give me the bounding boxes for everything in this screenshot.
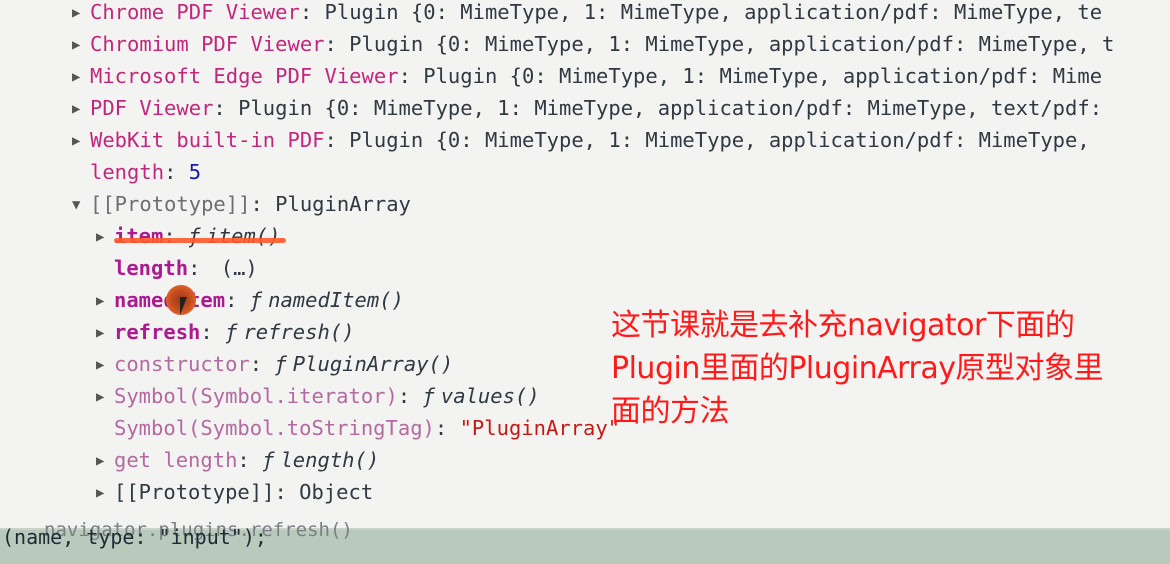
- expand-triangle-icon[interactable]: ▶: [72, 65, 90, 89]
- refresh-key: refresh: [114, 320, 201, 344]
- plugin-key: WebKit built-in PDF: [90, 128, 325, 152]
- expand-triangle-icon[interactable]: ▶: [72, 97, 90, 121]
- red-caption-annotation: 这节课就是去补充navigator下面的 Plugin里面的PluginArra…: [611, 304, 1161, 433]
- plugin-row-pdf-viewer[interactable]: ▶ PDF Viewer: Plugin {0: MimeType, 1: Mim…: [72, 96, 1102, 128]
- caption-line-1: 这节课就是去补充navigator下面的: [611, 308, 1075, 343]
- editor-code-line: (name, type: "input");: [2, 525, 267, 549]
- expand-triangle-icon[interactable]: ▶: [96, 321, 114, 345]
- item-fn: item(): [206, 224, 281, 248]
- prototype-key: [[Prototype]]: [90, 192, 251, 216]
- proto-refresh-row[interactable]: ▶ refresh: ƒ refresh(): [96, 320, 355, 352]
- plugin-row-chrome-pdf-viewer[interactable]: ▶ Chrome PDF Viewer: Plugin {0: MimeType,…: [72, 0, 1102, 32]
- proto-length-row[interactable]: ▶length: (…): [96, 256, 258, 288]
- plugin-value: : Plugin {0: MimeType, 1: MimeType, appl…: [324, 32, 1115, 56]
- iterator-key: Symbol(Symbol.iterator): [114, 384, 398, 408]
- plugin-key: Chrome PDF Viewer: [90, 0, 300, 24]
- prototype-row[interactable]: ▼ [[Prototype]]: PluginArray: [72, 192, 411, 224]
- constructor-key: constructor: [114, 352, 250, 376]
- proto-get-length-row[interactable]: ▶ get length: ƒ length(): [96, 448, 379, 480]
- expand-triangle-icon[interactable]: ▶: [96, 289, 114, 313]
- tostringtag-key: Symbol(Symbol.toStringTag): [114, 416, 435, 440]
- prototype-value: PluginArray: [275, 192, 411, 216]
- expand-triangle-icon[interactable]: ▶: [72, 129, 90, 153]
- collapse-triangle-icon[interactable]: ▼: [72, 193, 90, 217]
- plugin-key: Chromium PDF Viewer: [90, 32, 325, 56]
- plugin-value: : Plugin {0: MimeType, 1: MimeType, appl…: [213, 96, 1103, 120]
- refresh-fn: refresh(): [243, 320, 355, 344]
- length-getter-key: length: [114, 256, 189, 280]
- expand-triangle-icon[interactable]: ▶: [96, 225, 114, 249]
- nameditem-fn: namedItem(): [268, 288, 404, 312]
- proto-object-prototype-row[interactable]: ▶ [[Prototype]]: Object: [96, 480, 373, 512]
- proto-nameditem-row[interactable]: ▶namedItem: ƒnamedItem(): [96, 288, 404, 320]
- get-length-fn: length(): [280, 448, 380, 472]
- devtools-console: ▶ Chrome PDF Viewer: Plugin {0: MimeType,…: [0, 0, 1170, 530]
- expand-triangle-icon[interactable]: ▶: [96, 481, 114, 505]
- proto-tostringtag-row: ▶Symbol(Symbol.toStringTag): "PluginArra…: [114, 416, 621, 440]
- object-prototype-value: Object: [299, 480, 374, 504]
- expand-triangle-icon[interactable]: ▶: [72, 1, 90, 25]
- expand-triangle-icon[interactable]: ▶: [96, 353, 114, 377]
- plugin-key: PDF Viewer: [90, 96, 214, 120]
- caption-line-3: 面的方法: [611, 394, 730, 429]
- length-value: 5: [188, 160, 202, 184]
- object-prototype-key: [[Prototype]]: [114, 480, 275, 504]
- red-underline-annotation: [114, 238, 286, 243]
- caption-line-2: Plugin里面的PluginArray原型对象里: [611, 351, 1103, 386]
- iterator-fn: values(): [440, 384, 540, 408]
- tostringtag-value: "PluginArray": [459, 416, 621, 440]
- plugin-key: Microsoft Edge PDF Viewer: [90, 64, 399, 88]
- length-row: ▶length: 5: [90, 160, 202, 184]
- proto-constructor-row[interactable]: ▶ constructor: ƒ PluginArray(): [96, 352, 453, 384]
- plugin-value: : Plugin {0: MimeType, 1: MimeType, appl…: [299, 0, 1103, 24]
- mouse-pointer-icon: [180, 297, 194, 315]
- expand-triangle-icon[interactable]: ▶: [96, 449, 114, 473]
- plugin-row-chromium-pdf-viewer[interactable]: ▶ Chromium PDF Viewer: Plugin {0: MimeTyp…: [72, 32, 1114, 64]
- expand-triangle-icon[interactable]: ▶: [72, 33, 90, 57]
- plugin-value: : Plugin {0: MimeType, 1: MimeType, appl…: [324, 128, 1090, 152]
- length-key: length: [90, 160, 165, 184]
- proto-iterator-row[interactable]: ▶ Symbol(Symbol.iterator): ƒ values(): [96, 384, 540, 416]
- item-key: item: [114, 224, 164, 248]
- plugin-value: : Plugin {0: MimeType, 1: MimeType, appl…: [398, 64, 1103, 88]
- length-getter-value[interactable]: (…): [221, 256, 258, 280]
- get-length-key: get length: [114, 448, 238, 472]
- plugin-row-edge-pdf-viewer[interactable]: ▶ Microsoft Edge PDF Viewer: Plugin {0: M…: [72, 64, 1102, 96]
- constructor-fn: PluginArray(): [292, 352, 454, 376]
- expand-triangle-icon[interactable]: ▶: [96, 385, 114, 409]
- plugin-row-webkit-pdf[interactable]: ▶ WebKit built-in PDF: Plugin {0: MimeTyp…: [72, 128, 1090, 160]
